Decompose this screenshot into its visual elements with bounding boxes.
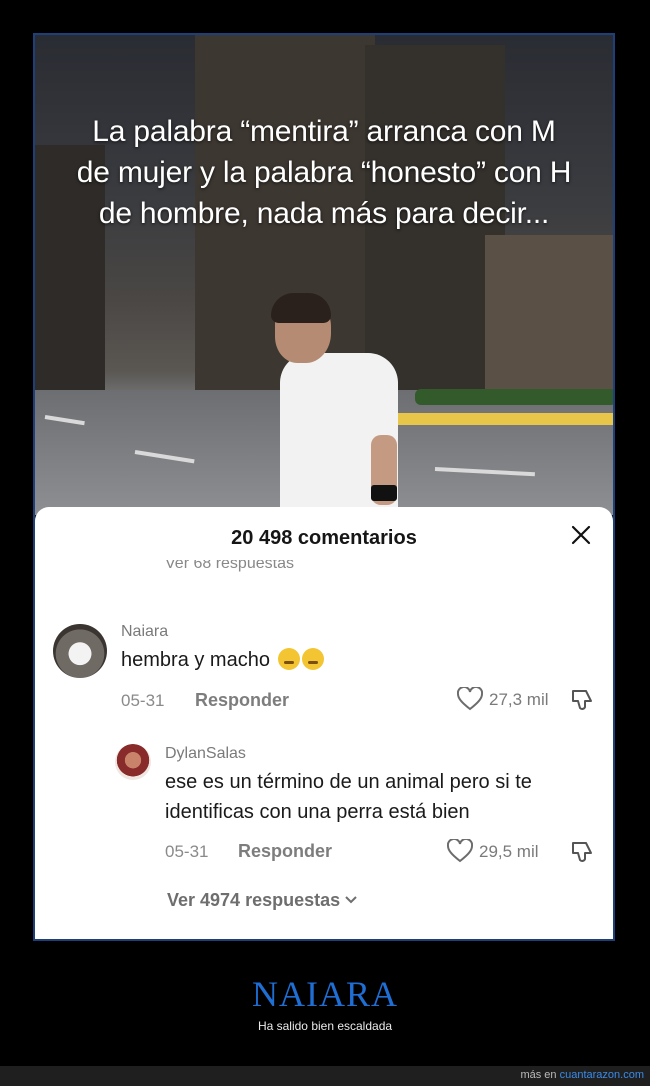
post-frame: La palabra “mentira” arranca con M de mu…	[33, 33, 615, 941]
dislike-icon[interactable]	[570, 687, 596, 713]
heart-icon[interactable]	[447, 839, 473, 863]
reply-button[interactable]: Responder	[195, 690, 289, 711]
reply-button[interactable]: Responder	[238, 841, 332, 862]
heart-icon[interactable]	[457, 687, 483, 711]
comment-text: ese es un término de un animal pero si t…	[165, 771, 532, 823]
comment-date: 05-31	[121, 691, 165, 710]
comment-username[interactable]: Naiara	[121, 623, 168, 641]
view-replies-link-partial[interactable]: Ver 68 respuestas	[165, 560, 294, 572]
comment-text: hembra y macho	[121, 645, 324, 675]
curb	[395, 413, 613, 425]
avatar[interactable]	[115, 744, 151, 780]
wristband	[371, 485, 397, 501]
thinking-face-icon	[277, 648, 300, 670]
comment-username[interactable]: DylanSalas	[165, 745, 246, 763]
view-more-replies-label: Ver 4974 respuestas	[167, 890, 341, 910]
site-link[interactable]: cuantarazon.com	[560, 1069, 644, 1081]
video-caption: La palabra “mentira” arranca con M de mu…	[76, 115, 572, 230]
building	[485, 235, 613, 390]
comment-date: 05-31	[165, 842, 209, 861]
post-title: NAIARA	[252, 974, 398, 1014]
planter	[415, 389, 613, 405]
comments-count-title: 20 498 comentarios	[231, 527, 417, 549]
site-credit: más en cuantarazon.com	[520, 1069, 644, 1081]
comments-sheet: 20 498 comentarios Ver 68 respuestas Nai…	[35, 507, 613, 939]
chevron-down-icon	[345, 896, 357, 904]
avatar[interactable]	[53, 624, 107, 678]
like-count: 29,5 mil	[479, 842, 539, 861]
close-icon[interactable]	[569, 523, 593, 547]
like-count: 27,3 mil	[489, 690, 549, 709]
person-hair	[271, 293, 331, 323]
credit-prefix: más en	[520, 1069, 557, 1081]
dislike-icon[interactable]	[570, 839, 596, 865]
post-subtitle: Ha salido bien escaldada	[257, 1019, 393, 1033]
video-frame[interactable]: La palabra “mentira” arranca con M de mu…	[35, 35, 613, 515]
view-more-replies-link[interactable]: Ver 4974 respuestas	[167, 890, 357, 911]
thinking-face-icon	[301, 648, 324, 670]
comment-body: hembra y macho	[121, 649, 270, 671]
